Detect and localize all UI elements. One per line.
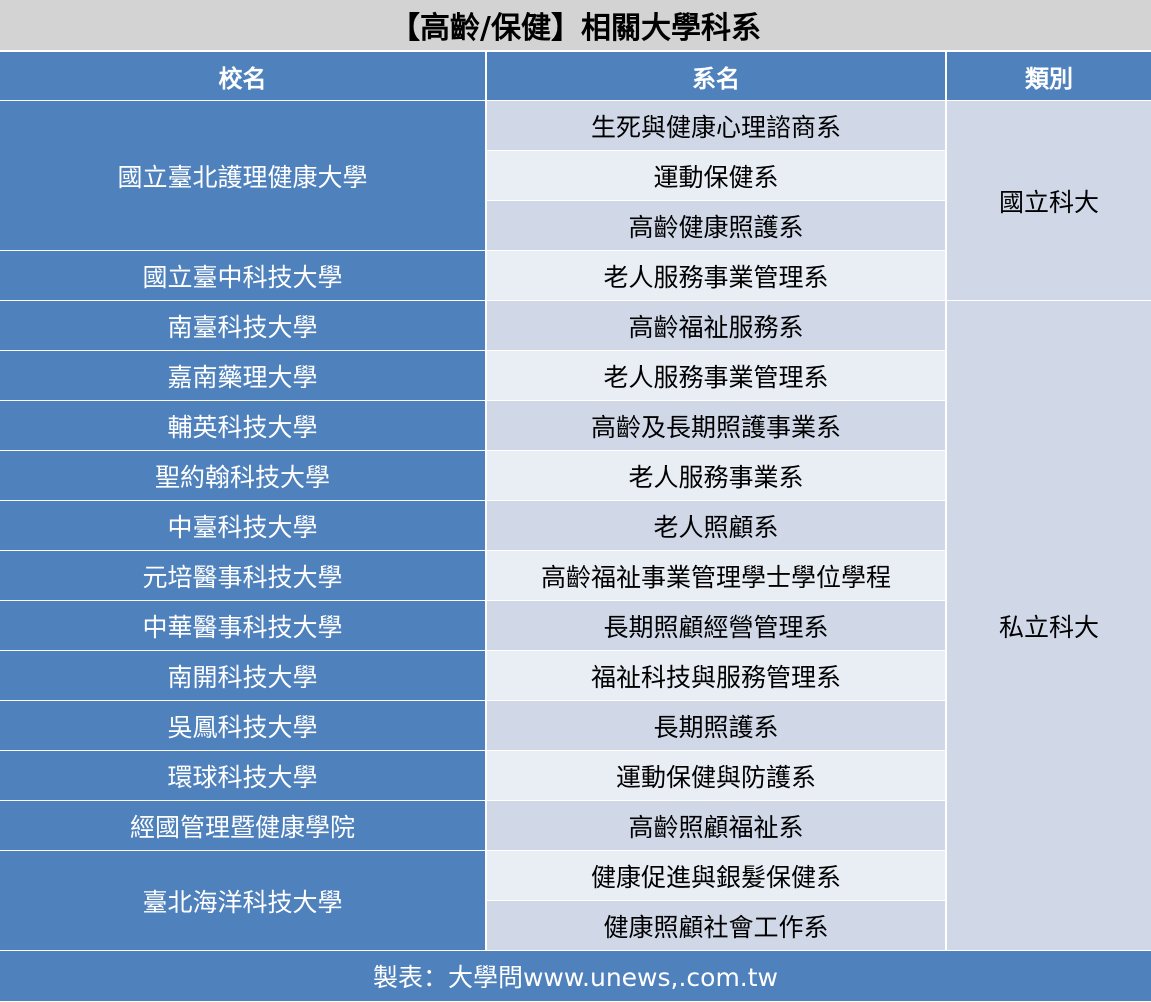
header-department: 系名 <box>486 51 947 101</box>
department-name: 老人服務事業管理系 <box>486 250 947 301</box>
header-school: 校名 <box>0 51 487 101</box>
department-name: 高齡及長期照護事業系 <box>486 400 947 451</box>
school-name: 嘉南藥理大學 <box>0 350 487 401</box>
department-name: 老人照顧系 <box>486 500 947 551</box>
department-name: 長期照護系 <box>486 700 947 751</box>
table-title: 【高齡/保健】相關大學科系 <box>0 0 1151 52</box>
school-name: 吳鳳科技大學 <box>0 700 487 751</box>
school-name: 中華醫事科技大學 <box>0 600 487 651</box>
department-name: 福祉科技與服務管理系 <box>486 650 947 701</box>
table-footer-credit: 製表：大學問www.unews,.com.tw <box>0 950 1151 1001</box>
department-name: 健康照顧社會工作系 <box>486 900 947 951</box>
department-name: 高齡福祉服務系 <box>486 300 947 351</box>
department-name: 運動保健系 <box>486 150 947 201</box>
school-name: 國立臺北護理健康大學 <box>0 100 487 251</box>
school-name: 臺北海洋科技大學 <box>0 850 487 951</box>
school-name: 輔英科技大學 <box>0 400 487 451</box>
school-name: 南開科技大學 <box>0 650 487 701</box>
type-national: 國立科大 <box>946 100 1151 301</box>
school-name: 元培醫事科技大學 <box>0 550 487 601</box>
school-name: 聖約翰科技大學 <box>0 450 487 501</box>
department-name: 老人服務事業管理系 <box>486 350 947 401</box>
department-name: 運動保健與防護系 <box>486 750 947 801</box>
school-name: 南臺科技大學 <box>0 300 487 351</box>
school-name: 國立臺中科技大學 <box>0 250 487 301</box>
university-department-table: 【高齡/保健】相關大學科系 校名 系名 類別 國立臺北護理健康大學 生死與健康心… <box>0 0 1151 1001</box>
department-name: 老人服務事業系 <box>486 450 947 501</box>
department-name: 高齡健康照護系 <box>486 200 947 251</box>
department-table-page: 【高齡/保健】相關大學科系 校名 系名 類別 國立臺北護理健康大學 生死與健康心… <box>0 0 1151 1002</box>
department-name: 生死與健康心理諮商系 <box>486 100 947 151</box>
type-private: 私立科大 <box>946 300 1151 951</box>
school-name: 經國管理暨健康學院 <box>0 800 487 851</box>
header-type: 類別 <box>946 51 1151 101</box>
school-name: 中臺科技大學 <box>0 500 487 551</box>
department-name: 高齡福祉事業管理學士學位學程 <box>486 550 947 601</box>
department-name: 健康促進與銀髮保健系 <box>486 850 947 901</box>
department-name: 長期照顧經營管理系 <box>486 600 947 651</box>
school-name: 環球科技大學 <box>0 750 487 801</box>
department-name: 高齡照顧福祉系 <box>486 800 947 851</box>
